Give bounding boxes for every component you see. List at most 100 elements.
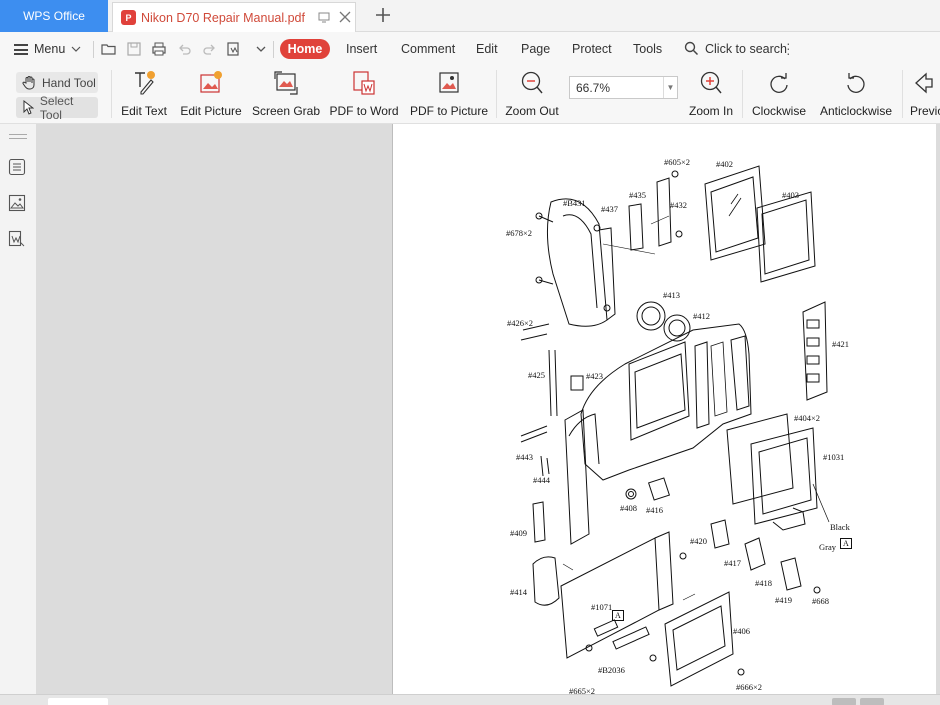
part-label: #408 bbox=[620, 503, 637, 513]
pdf-to-word-button[interactable]: PDF to Word bbox=[329, 70, 399, 118]
tab-home[interactable]: Home bbox=[280, 39, 330, 59]
part-label: #414 bbox=[510, 587, 527, 597]
pdf-to-word-label: PDF to Word bbox=[329, 104, 399, 118]
quick-access-dropdown-icon[interactable] bbox=[253, 41, 269, 57]
hand-tool-label: Hand Tool bbox=[42, 75, 96, 90]
zoom-level-value: 66.7% bbox=[576, 80, 611, 95]
edit-picture-label: Edit Picture bbox=[180, 104, 242, 118]
part-label: #413 bbox=[663, 290, 680, 300]
outline-list-icon[interactable] bbox=[8, 158, 26, 176]
search-box[interactable]: Click to search bbox=[684, 41, 787, 56]
pdf-page[interactable]: #605×2 #402 #B431 #435 #437 #432 #403 #6… bbox=[392, 124, 936, 694]
app-tab[interactable]: WPS Office bbox=[0, 0, 108, 32]
window-restore-icon[interactable] bbox=[317, 10, 331, 24]
view-mode-button[interactable] bbox=[832, 698, 856, 705]
part-label: #668 bbox=[812, 596, 829, 606]
tab-home-label: Home bbox=[287, 42, 323, 56]
tab-protect[interactable]: Protect bbox=[572, 42, 612, 56]
chevron-down-icon[interactable]: ▼ bbox=[663, 77, 677, 98]
save-icon[interactable] bbox=[126, 41, 142, 57]
edit-text-label: Edit Text bbox=[121, 104, 167, 118]
part-label: #418 bbox=[755, 578, 772, 588]
hamburger-icon bbox=[14, 43, 28, 55]
close-tab-icon[interactable] bbox=[338, 10, 352, 24]
zoom-in-icon bbox=[699, 70, 723, 96]
cursor-arrow-icon bbox=[23, 100, 34, 115]
select-tool-button[interactable]: Select Tool bbox=[16, 94, 98, 122]
open-folder-icon[interactable] bbox=[101, 41, 117, 57]
undo-icon[interactable] bbox=[177, 41, 193, 57]
tab-edit[interactable]: Edit bbox=[476, 42, 498, 56]
tab-page[interactable]: Page bbox=[521, 42, 550, 56]
rotate-clockwise-icon bbox=[767, 70, 791, 96]
part-label: #437 bbox=[601, 204, 618, 214]
part-label: #666×2 bbox=[736, 682, 763, 692]
document-tab[interactable]: P Nikon D70 Repair Manual.pdf bbox=[112, 2, 356, 32]
part-label: #435 bbox=[629, 190, 646, 200]
divider bbox=[496, 70, 497, 118]
part-label: #605×2 bbox=[664, 157, 691, 167]
hand-icon bbox=[22, 76, 35, 90]
part-label: #402 bbox=[716, 159, 733, 169]
hand-tool-button[interactable]: Hand Tool bbox=[16, 72, 98, 93]
edit-text-button[interactable]: Edit Text bbox=[121, 70, 167, 118]
part-label: #1031 bbox=[823, 452, 845, 462]
screen-grab-button[interactable]: Screen Grab bbox=[251, 70, 321, 118]
screen-grab-label: Screen Grab bbox=[251, 104, 321, 118]
part-label: #421 bbox=[832, 339, 849, 349]
new-tab-plus-icon[interactable] bbox=[374, 4, 392, 26]
sidebar-grip[interactable] bbox=[9, 134, 27, 139]
tab-comment[interactable]: Comment bbox=[401, 42, 455, 56]
divider bbox=[273, 41, 274, 58]
pdf-to-picture-button[interactable]: PDF to Picture bbox=[409, 70, 489, 118]
redo-icon[interactable] bbox=[201, 41, 217, 57]
zoom-level-select[interactable]: 66.7% ▼ bbox=[569, 76, 678, 99]
arrow-left-icon bbox=[910, 70, 934, 96]
part-label: #419 bbox=[775, 595, 792, 605]
pdf-to-word-icon bbox=[352, 70, 376, 96]
divider bbox=[742, 70, 743, 118]
part-label: #412 bbox=[693, 311, 710, 321]
title-bar: WPS Office P Nikon D70 Repair Manual.pdf bbox=[0, 0, 940, 32]
part-label: #B431 bbox=[563, 198, 586, 208]
print-icon[interactable] bbox=[151, 41, 167, 57]
convert-document-icon[interactable] bbox=[8, 230, 26, 248]
part-label: #432 bbox=[670, 200, 687, 210]
divider bbox=[93, 41, 94, 58]
rotate-anticlockwise-icon bbox=[844, 70, 868, 96]
exploded-parts-diagram bbox=[520, 165, 830, 687]
rotate-clockwise-button[interactable]: Clockwise bbox=[751, 70, 807, 118]
app-tab-label: WPS Office bbox=[23, 9, 85, 23]
anticlockwise-label: Anticlockwise bbox=[819, 104, 893, 118]
connector-box-label: A bbox=[612, 610, 624, 621]
search-label: Click to search bbox=[705, 41, 787, 56]
menu-bar: Menu Home Insert Comment Edit Page Prote… bbox=[0, 32, 940, 66]
previous-page-button[interactable]: Previo bbox=[910, 70, 940, 118]
part-label: #420 bbox=[690, 536, 707, 546]
pdf-file-icon: P bbox=[121, 10, 136, 25]
connector-box-label: A bbox=[840, 538, 852, 549]
part-label: #678×2 bbox=[506, 228, 533, 238]
tab-insert[interactable]: Insert bbox=[346, 42, 377, 56]
view-mode-button[interactable] bbox=[860, 698, 884, 705]
part-label: #409 bbox=[510, 528, 527, 538]
edit-text-icon bbox=[132, 70, 156, 96]
part-label: #1071 bbox=[591, 602, 613, 612]
rotate-anticlockwise-button[interactable]: Anticlockwise bbox=[818, 70, 894, 118]
menu-label: Menu bbox=[34, 42, 66, 56]
thumbnail-image-icon[interactable] bbox=[8, 194, 26, 212]
edit-picture-button[interactable]: Edit Picture bbox=[180, 70, 242, 118]
part-label: #444 bbox=[533, 475, 550, 485]
ribbon-toolbar: Hand Tool Select Tool Edit Text Edit Pic… bbox=[0, 66, 940, 124]
status-chip[interactable] bbox=[48, 698, 108, 705]
pdf-convert-icon[interactable] bbox=[226, 41, 242, 57]
main-menu-button[interactable]: Menu bbox=[14, 40, 81, 58]
zoom-in-button[interactable]: Zoom In bbox=[688, 70, 734, 118]
more-options-icon[interactable]: · · · bbox=[786, 36, 791, 60]
status-bar bbox=[0, 694, 940, 705]
tab-tools[interactable]: Tools bbox=[633, 42, 662, 56]
part-label: #665×2 bbox=[569, 686, 596, 694]
part-label: #425 bbox=[528, 370, 545, 380]
pdf-to-picture-label: PDF to Picture bbox=[409, 104, 489, 118]
zoom-out-button[interactable]: Zoom Out bbox=[504, 70, 560, 118]
